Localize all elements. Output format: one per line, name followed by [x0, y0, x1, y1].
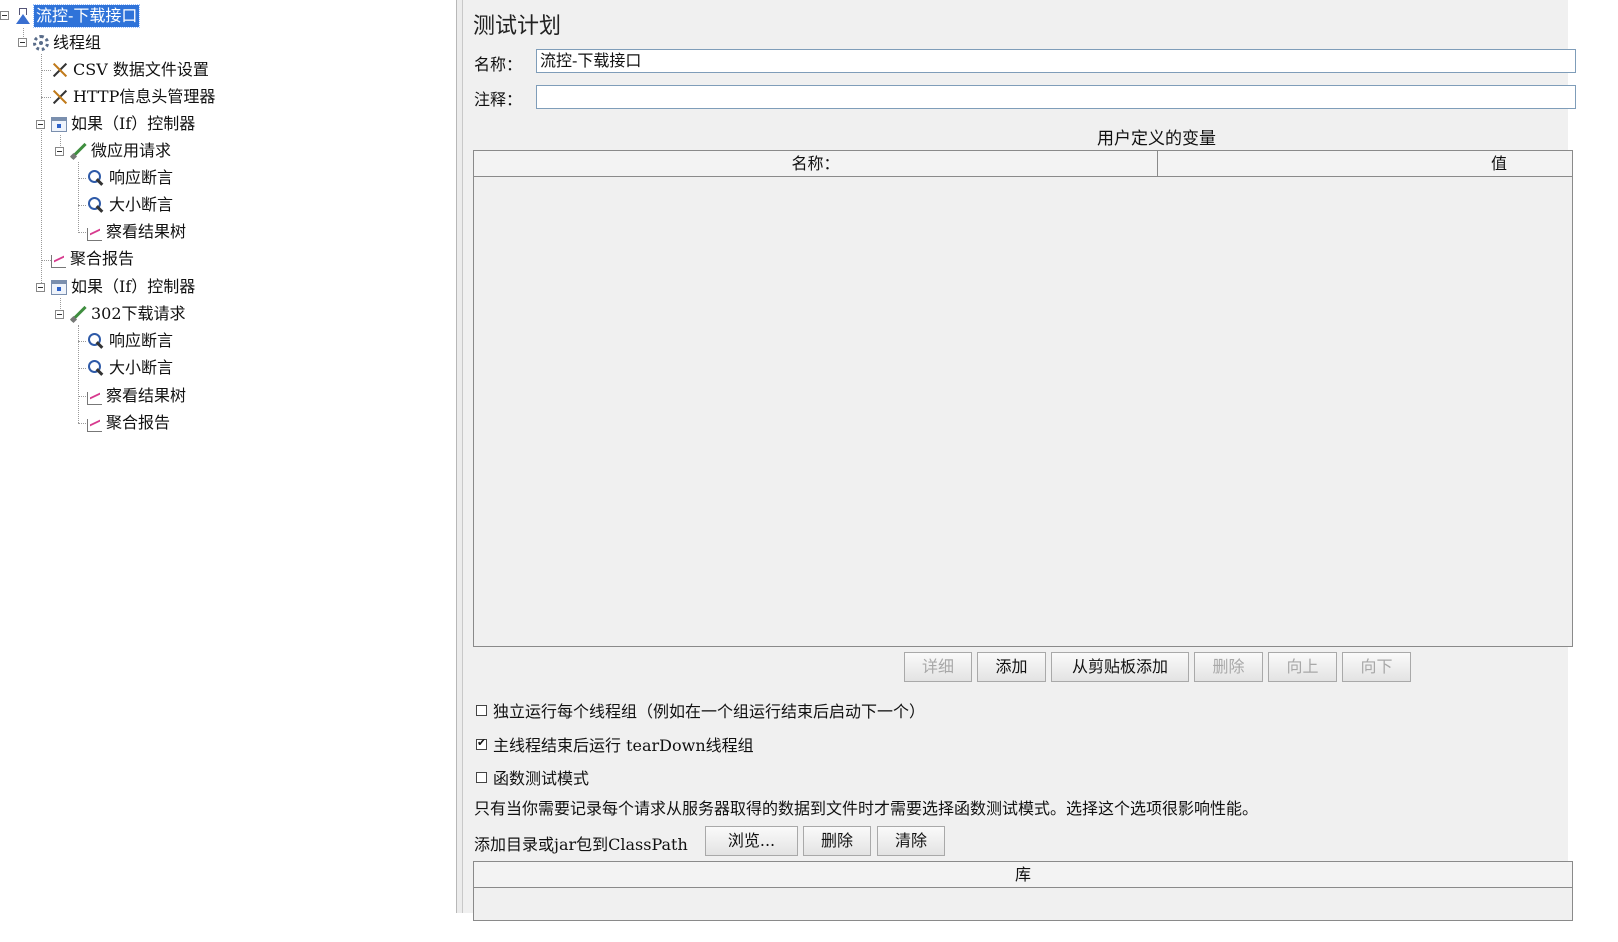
independent-thread-groups-checkbox[interactable]: 独立运行每个线程组（例如在一个组运行结束后启动下一个） — [476, 699, 925, 721]
classpath-clear-button[interactable]: 清除 — [877, 826, 945, 856]
tree-item-response-assertion[interactable]: 响应断言 — [87, 328, 175, 354]
checkbox-label: 独立运行每个线程组（例如在一个组运行结束后启动下一个） — [493, 702, 926, 721]
tree-item-label: 响应断言 — [109, 168, 174, 187]
tree-item-label: 大小断言 — [109, 358, 174, 377]
variables-title: 用户定义的变量 — [1097, 129, 1216, 149]
tools-icon — [51, 61, 69, 79]
comment-field[interactable] — [536, 85, 1576, 109]
checkbox-box[interactable] — [476, 771, 487, 783]
controller-icon — [51, 116, 67, 132]
user-variables-table[interactable]: 名称： 值 — [473, 150, 1573, 647]
collapse-icon[interactable] — [18, 38, 27, 47]
tree-item-label: 如果（If）控制器 — [71, 114, 196, 133]
table-header: 库 — [474, 862, 1572, 888]
delete-button[interactable]: 删除 — [1194, 652, 1263, 682]
add-from-clipboard-button[interactable]: 从剪贴板添加 — [1051, 652, 1189, 682]
collapse-icon[interactable] — [55, 147, 64, 156]
tree-item-label: CSV 数据文件设置 — [73, 60, 209, 79]
graph-icon — [87, 418, 102, 432]
functional-test-mode-checkbox[interactable]: 函数测试模式 — [476, 766, 589, 788]
collapse-icon[interactable] — [36, 283, 45, 292]
sampler-pen-icon — [69, 305, 87, 323]
collapse-icon[interactable] — [55, 310, 64, 319]
tools-icon — [51, 88, 69, 106]
tree-item-sampler[interactable]: 微应用请求 — [69, 138, 173, 164]
tree-item-csv-config[interactable]: CSV 数据文件设置 — [51, 57, 211, 83]
comment-label: 注释： — [474, 90, 523, 109]
tree-item-test-plan[interactable]: 流控-下载接口 — [14, 3, 141, 29]
gear-icon — [33, 35, 49, 51]
detail-button[interactable]: 详细 — [904, 652, 972, 682]
tree-item-label: 察看结果树 — [106, 386, 187, 405]
graph-icon — [51, 254, 66, 268]
name-label: 名称： — [474, 55, 523, 74]
tree-item-if-controller[interactable]: 如果（If）控制器 — [51, 111, 197, 137]
tree-item-aggregate-report[interactable]: 聚合报告 — [87, 410, 172, 436]
tree-item-label: 察看结果树 — [106, 222, 187, 241]
graph-icon — [87, 391, 102, 405]
graph-icon — [87, 227, 102, 241]
controller-icon — [51, 279, 67, 295]
tree-item-label: 聚合报告 — [106, 413, 171, 432]
classpath-delete-button[interactable]: 删除 — [803, 826, 871, 856]
magnifier-icon — [87, 332, 105, 350]
column-header-library[interactable]: 库 — [474, 862, 1572, 887]
magnifier-icon — [87, 169, 105, 187]
tree-item-if-controller[interactable]: 如果（If）控制器 — [51, 274, 197, 300]
teardown-checkbox[interactable]: 主线程结束后运行 tearDown线程组 — [476, 733, 754, 755]
browse-button[interactable]: 浏览... — [705, 826, 798, 856]
checkbox-label: 主线程结束后运行 tearDown线程组 — [493, 736, 754, 755]
tree-item-size-assertion[interactable]: 大小断言 — [87, 355, 175, 381]
checkbox-box[interactable] — [476, 736, 487, 750]
test-plan-panel: 测试计划 名称： 流控-下载接口 注释： 用户定义的变量 名称： 值 详细 添加… — [463, 0, 1576, 921]
collapse-icon[interactable] — [36, 120, 45, 129]
flask-icon — [14, 7, 32, 25]
classpath-library-table[interactable]: 库 — [473, 861, 1573, 921]
tree-item-sampler[interactable]: 302下载请求 — [69, 301, 188, 327]
name-field[interactable]: 流控-下载接口 — [536, 49, 1576, 73]
tree-item-http-header-manager[interactable]: HTTP信息头管理器 — [51, 84, 217, 110]
tree-item-label: 流控-下载接口 — [32, 4, 141, 28]
tree-item-response-assertion[interactable]: 响应断言 — [87, 165, 175, 191]
checkbox-box[interactable] — [476, 704, 487, 716]
magnifier-icon — [87, 359, 105, 377]
tree-item-view-results-tree[interactable]: 察看结果树 — [87, 219, 188, 245]
collapse-icon[interactable] — [0, 11, 9, 20]
checkbox-label: 函数测试模式 — [493, 769, 590, 788]
tree-item-size-assertion[interactable]: 大小断言 — [87, 192, 175, 218]
page-title: 测试计划 — [473, 14, 562, 39]
tree-item-label: 线程组 — [53, 33, 102, 52]
tree-item-label: 大小断言 — [109, 195, 174, 214]
tree-item-label: 如果（If）控制器 — [71, 277, 196, 296]
classpath-label: 添加目录或jar包到ClassPath — [474, 835, 688, 854]
split-pane-divider[interactable] — [456, 0, 463, 913]
tree-item-thread-group[interactable]: 线程组 — [33, 30, 103, 56]
tree-item-label: 聚合报告 — [70, 249, 135, 268]
move-down-button[interactable]: 向下 — [1342, 652, 1411, 682]
column-header-value[interactable]: 值 — [1158, 151, 1618, 176]
tree-item-view-results-tree[interactable]: 察看结果树 — [87, 383, 188, 409]
magnifier-icon — [87, 196, 105, 214]
test-plan-tree[interactable]: 流控-下载接口 线程组 CSV 数据文件设置 HTTP信息头管理器 如果（If）… — [0, 0, 456, 913]
sampler-pen-icon — [69, 142, 87, 160]
table-header: 名称： 值 — [474, 151, 1572, 177]
tree-item-label: 响应断言 — [109, 331, 174, 350]
add-button[interactable]: 添加 — [977, 652, 1046, 682]
tree-item-label: 302下载请求 — [91, 304, 186, 323]
column-header-name[interactable]: 名称： — [474, 151, 1158, 176]
functional-mode-note: 只有当你需要记录每个请求从服务器取得的数据到文件时才需要选择函数测试模式。选择这… — [474, 799, 1259, 818]
move-up-button[interactable]: 向上 — [1268, 652, 1337, 682]
tree-item-label: 微应用请求 — [91, 141, 172, 160]
tree-item-label: HTTP信息头管理器 — [73, 87, 216, 106]
tree-item-aggregate-report[interactable]: 聚合报告 — [51, 246, 136, 272]
